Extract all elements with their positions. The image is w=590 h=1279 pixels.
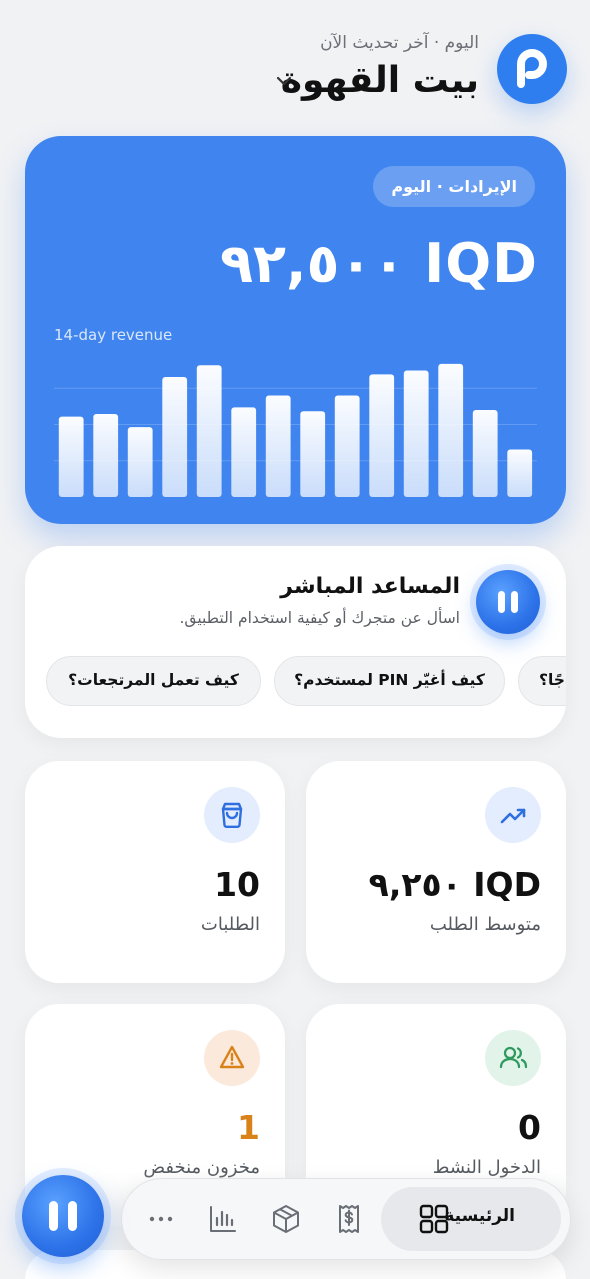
live-assistant-card: المساعد المباشر اسأل عن متجرك أو كيفية ا… — [25, 546, 566, 738]
receipt-icon[interactable] — [333, 1203, 365, 1235]
store-name[interactable]: بيت القهوة — [281, 60, 479, 101]
revenue-bar-2 — [93, 414, 119, 497]
last-updated-text: اليوم · آخر تحديث الآن — [320, 33, 479, 53]
pause-icon — [49, 1201, 77, 1231]
grid-icon — [419, 1204, 449, 1234]
users-icon — [485, 1030, 541, 1086]
orders-value: 10 — [214, 865, 260, 904]
revenue-bar-9 — [334, 395, 360, 497]
revenue-bar-4 — [162, 377, 188, 497]
voice-assistant-fab[interactable] — [22, 1175, 104, 1257]
revenue-card[interactable]: الإيرادات · اليوم ٩٢,٥٠٠ IQD 14-day reve… — [25, 136, 566, 524]
nav-item-home[interactable]: الرئيسية — [381, 1187, 561, 1251]
revenue-bar-13 — [472, 410, 498, 497]
box-icon[interactable] — [270, 1203, 302, 1235]
suggestion-chip-change-pin[interactable]: كيف أغيّر PIN لمستخدم؟ — [274, 656, 505, 706]
stat-card-orders[interactable]: 10 الطلبات — [25, 761, 285, 983]
revenue-bar-7 — [265, 395, 291, 497]
store-logo-icon[interactable] — [497, 34, 567, 104]
nav-home-label: الرئيسية — [444, 1206, 515, 1226]
more-icon[interactable] — [145, 1203, 177, 1235]
orders-label: الطلبات — [200, 914, 260, 935]
revenue-bar-1 — [58, 416, 84, 497]
active-logins-value: 0 — [518, 1108, 541, 1147]
app-header: اليوم · آخر تحديث الآن بيت القهوة — [0, 0, 590, 130]
trending-up-icon — [485, 787, 541, 843]
revenue-bar-chart — [54, 363, 537, 497]
revenue-bar-8 — [300, 411, 326, 497]
chart-label: 14-day revenue — [54, 326, 173, 344]
avg-order-label: متوسط الطلب — [429, 914, 541, 935]
suggestion-chip-partial[interactable]: جًا؟ — [518, 656, 566, 706]
revenue-bar-6 — [231, 407, 257, 497]
bottom-navigation: الرئيسية — [121, 1178, 571, 1260]
chevron-down-icon[interactable] — [273, 70, 295, 92]
pause-icon — [498, 591, 518, 613]
revenue-bar-14 — [507, 449, 533, 497]
shopping-bag-icon — [204, 787, 260, 843]
revenue-bar-10 — [369, 374, 395, 497]
bar-chart-icon[interactable] — [207, 1203, 239, 1235]
revenue-bar-5 — [196, 365, 222, 497]
low-stock-value: 1 — [237, 1108, 260, 1147]
avg-order-value: ٩,٢٥٠ IQD — [368, 865, 541, 904]
assistant-subtitle: اسأل عن متجرك أو كيفية استخدام التطبيق. — [179, 609, 460, 627]
assistant-title: المساعد المباشر — [280, 574, 460, 599]
revenue-period-pill[interactable]: الإيرادات · اليوم — [373, 166, 535, 207]
suggestion-chip-partial-label: جًا؟ — [539, 671, 565, 689]
revenue-bar-11 — [403, 370, 429, 497]
revenue-bar-12 — [438, 363, 464, 497]
warning-icon — [204, 1030, 260, 1086]
suggestion-chip-returns[interactable]: كيف تعمل المرتجعات؟ — [46, 656, 261, 706]
assistant-voice-button[interactable] — [476, 570, 540, 634]
revenue-amount: ٩٢,٥٠٠ IQD — [220, 232, 538, 295]
stat-card-avg-order[interactable]: ٩,٢٥٠ IQD متوسط الطلب — [306, 761, 566, 983]
revenue-bar-3 — [127, 427, 153, 497]
